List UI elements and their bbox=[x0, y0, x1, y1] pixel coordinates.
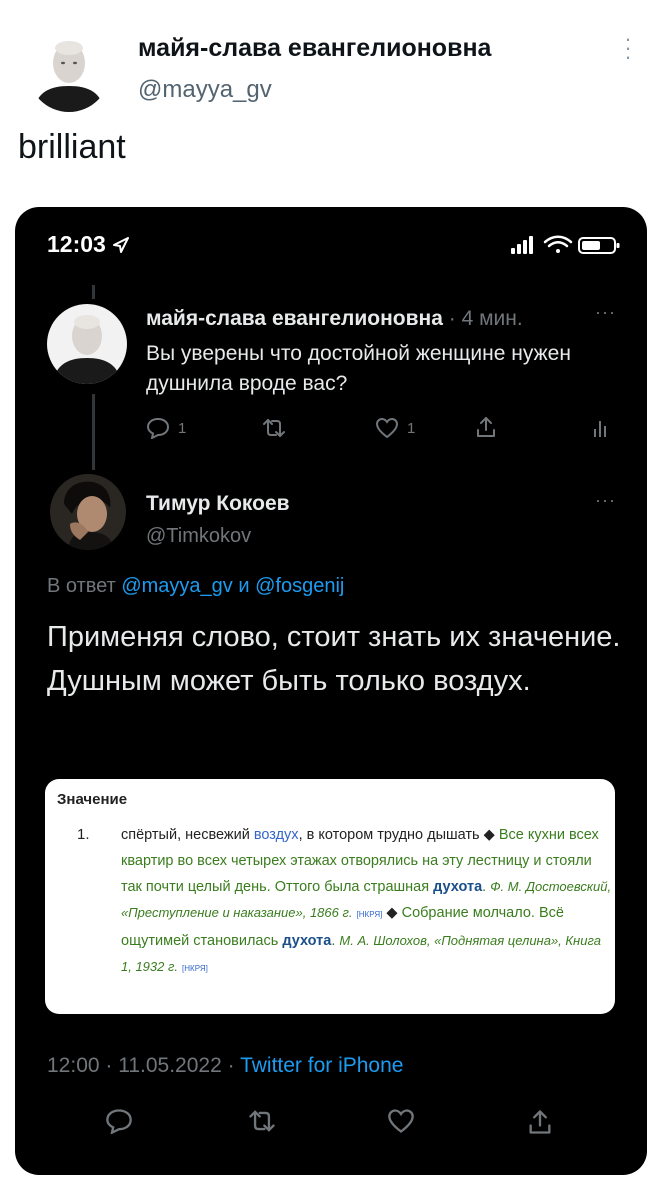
more-options-icon[interactable]: ··· bbox=[595, 302, 616, 323]
timestamp[interactable]: 12:00 · 11.05.2022 · bbox=[47, 1054, 235, 1077]
battery-icon bbox=[578, 237, 620, 254]
more-options-icon[interactable]: ··· bbox=[595, 490, 616, 511]
definition-text: спёртый, несвежий bbox=[121, 827, 250, 843]
thread-line bbox=[92, 285, 95, 299]
like-button[interactable] bbox=[387, 1108, 415, 1139]
analytics-button[interactable] bbox=[592, 417, 608, 439]
tweet-header: майя-слава евангелионовна · 4 мин. bbox=[146, 307, 523, 331]
reply-prefix: В ответ bbox=[47, 575, 116, 597]
retweet-button[interactable] bbox=[261, 417, 287, 439]
nkrya-link[interactable]: [НКРЯ] bbox=[182, 964, 208, 973]
user-handle[interactable]: @Timkokov bbox=[146, 525, 251, 548]
example-keyword: духота bbox=[282, 933, 332, 949]
mention-and: и bbox=[238, 575, 250, 597]
timestamp[interactable]: · 4 мин. bbox=[449, 307, 523, 330]
nkrya-link[interactable]: [НКРЯ] bbox=[357, 910, 383, 919]
more-options-icon[interactable]: ··· bbox=[618, 28, 638, 68]
signal-icon bbox=[511, 236, 533, 254]
definition-number: 1. bbox=[77, 826, 90, 843]
user-handle[interactable]: @mayya_gv bbox=[138, 76, 272, 104]
mention-link[interactable]: @fosgenij bbox=[255, 575, 344, 597]
heart-icon bbox=[375, 417, 399, 439]
reply-context: В ответ @mayya_gv и @fosgenij bbox=[47, 575, 344, 598]
mention-link[interactable]: @mayya_gv bbox=[121, 575, 232, 597]
avatar[interactable] bbox=[28, 30, 110, 112]
status-icons bbox=[511, 235, 620, 254]
tweet-text: Вы уверены что достойной женщине нужен д… bbox=[146, 342, 571, 395]
status-time: 12:03 bbox=[47, 231, 130, 258]
avatar[interactable] bbox=[50, 474, 126, 550]
retweet-icon bbox=[263, 419, 285, 437]
dictionary-heading: Значение bbox=[57, 791, 128, 808]
reply-icon bbox=[106, 1109, 132, 1135]
avatar[interactable] bbox=[47, 304, 127, 384]
reply-icon bbox=[146, 417, 170, 439]
source-link[interactable]: Twitter for iPhone bbox=[240, 1054, 403, 1077]
display-name[interactable]: Тимур Кокоев bbox=[146, 492, 290, 516]
wifi-icon bbox=[543, 235, 573, 253]
location-arrow-icon bbox=[113, 237, 130, 253]
retweet-icon bbox=[249, 1110, 275, 1132]
tweet-meta: 12:00 · 11.05.2022 · Twitter for iPhone bbox=[47, 1054, 403, 1078]
share-button[interactable] bbox=[527, 1108, 553, 1141]
definition-link[interactable]: воздух bbox=[254, 827, 299, 843]
diamond-icon: ◆ bbox=[386, 905, 398, 921]
share-icon bbox=[529, 1110, 551, 1134]
example-keyword: духота bbox=[433, 879, 483, 895]
reply-button[interactable] bbox=[105, 1108, 133, 1139]
thread-line bbox=[92, 394, 95, 470]
display-name[interactable]: майя-слава евангелионовна bbox=[138, 34, 491, 63]
reply-button[interactable]: 1 bbox=[146, 417, 186, 439]
retweet-button[interactable] bbox=[247, 1108, 277, 1139]
embedded-screenshot: 12:03 майя-слава евангелионовна · 4 мин.… bbox=[15, 207, 647, 1175]
share-button[interactable] bbox=[475, 415, 497, 439]
heart-icon bbox=[388, 1109, 414, 1133]
diamond-icon: ◆ bbox=[483, 827, 495, 843]
dictionary-image[interactable]: Значение 1. спёртый, несвежий воздух, в … bbox=[45, 779, 615, 1014]
definition-text-end: , в котором трудно дышать bbox=[298, 827, 480, 843]
display-name[interactable]: майя-слава евангелионовна bbox=[146, 307, 443, 330]
dictionary-definition: 1. спёртый, несвежий воздух, в котором т… bbox=[57, 822, 615, 982]
tweet-text: Применяя слово, стоит знать их значение.… bbox=[47, 621, 621, 697]
share-icon bbox=[477, 417, 495, 437]
like-button[interactable]: 1 bbox=[375, 417, 415, 439]
like-count: 1 bbox=[407, 419, 416, 437]
reply-count: 1 bbox=[178, 419, 187, 437]
analytics-icon bbox=[594, 421, 606, 437]
tweet-text: brilliant bbox=[18, 128, 126, 166]
